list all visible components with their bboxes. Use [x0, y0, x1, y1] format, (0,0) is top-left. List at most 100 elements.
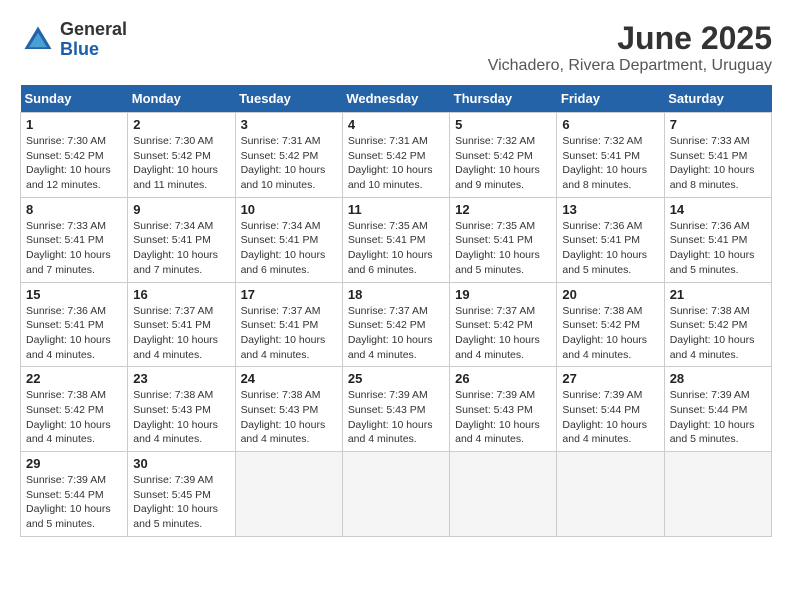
- calendar-day-cell: [235, 452, 342, 537]
- calendar-day-cell: 29 Sunrise: 7:39 AMSunset: 5:44 PMDayligh…: [21, 452, 128, 537]
- calendar-day-cell: 2 Sunrise: 7:30 AMSunset: 5:42 PMDaylight…: [128, 113, 235, 198]
- day-info: Sunrise: 7:36 AMSunset: 5:41 PMDaylight:…: [26, 304, 122, 363]
- calendar-day-cell: 27Sunrise: 7:39 AMSunset: 5:44 PMDayligh…: [557, 367, 664, 452]
- day-info: Sunrise: 7:34 AMSunset: 5:41 PMDaylight:…: [241, 219, 337, 278]
- calendar-day-cell: 15 Sunrise: 7:36 AMSunset: 5:41 PMDayligh…: [21, 282, 128, 367]
- day-number: 6: [562, 117, 658, 132]
- day-number: 19: [455, 287, 551, 302]
- day-number: 2: [133, 117, 229, 132]
- logo-icon: [20, 22, 56, 58]
- calendar-header: SundayMondayTuesdayWednesdayThursdayFrid…: [21, 85, 772, 113]
- day-number: 24: [241, 371, 337, 386]
- logo: General Blue: [20, 20, 127, 60]
- calendar-day-cell: 26 Sunrise: 7:39 AMSunset: 5:43 PMDayligh…: [450, 367, 557, 452]
- day-info: Sunrise: 7:37 AMSunset: 5:41 PMDaylight:…: [133, 304, 229, 363]
- day-number: 22: [26, 371, 122, 386]
- calendar-day-cell: 9 Sunrise: 7:34 AMSunset: 5:41 PMDaylight…: [128, 197, 235, 282]
- day-info: Sunrise: 7:30 AMSunset: 5:42 PMDaylight:…: [26, 134, 122, 193]
- day-info: Sunrise: 7:39 AMSunset: 5:44 PMDaylight:…: [562, 388, 658, 447]
- calendar-day-cell: 14Sunrise: 7:36 AMSunset: 5:41 PMDayligh…: [664, 197, 771, 282]
- day-of-week-header: Monday: [128, 85, 235, 113]
- calendar-day-cell: 18 Sunrise: 7:37 AMSunset: 5:42 PMDayligh…: [342, 282, 449, 367]
- day-of-week-header: Saturday: [664, 85, 771, 113]
- month-title: June 2025: [488, 20, 772, 57]
- day-info: Sunrise: 7:36 AMSunset: 5:41 PMDaylight:…: [562, 219, 658, 278]
- day-info: Sunrise: 7:32 AMSunset: 5:42 PMDaylight:…: [455, 134, 551, 193]
- day-info: Sunrise: 7:33 AMSunset: 5:41 PMDaylight:…: [670, 134, 766, 193]
- day-number: 21: [670, 287, 766, 302]
- day-number: 18: [348, 287, 444, 302]
- logo-blue: Blue: [60, 40, 127, 60]
- day-info: Sunrise: 7:39 AMSunset: 5:43 PMDaylight:…: [348, 388, 444, 447]
- day-of-week-header: Friday: [557, 85, 664, 113]
- location: Vichadero, Rivera Department, Uruguay: [488, 57, 772, 75]
- day-info: Sunrise: 7:39 AMSunset: 5:44 PMDaylight:…: [670, 388, 766, 447]
- day-number: 20: [562, 287, 658, 302]
- day-number: 8: [26, 202, 122, 217]
- day-info: Sunrise: 7:38 AMSunset: 5:42 PMDaylight:…: [26, 388, 122, 447]
- calendar-week-row: 29 Sunrise: 7:39 AMSunset: 5:44 PMDayligh…: [21, 452, 772, 537]
- day-number: 10: [241, 202, 337, 217]
- calendar-week-row: 8 Sunrise: 7:33 AMSunset: 5:41 PMDaylight…: [21, 197, 772, 282]
- day-of-week-header: Sunday: [21, 85, 128, 113]
- day-number: 7: [670, 117, 766, 132]
- calendar-day-cell: 17Sunrise: 7:37 AMSunset: 5:41 PMDayligh…: [235, 282, 342, 367]
- calendar-day-cell: 12Sunrise: 7:35 AMSunset: 5:41 PMDayligh…: [450, 197, 557, 282]
- calendar-week-row: 15 Sunrise: 7:36 AMSunset: 5:41 PMDayligh…: [21, 282, 772, 367]
- day-info: Sunrise: 7:37 AMSunset: 5:42 PMDaylight:…: [455, 304, 551, 363]
- calendar-day-cell: [450, 452, 557, 537]
- day-info: Sunrise: 7:38 AMSunset: 5:43 PMDaylight:…: [133, 388, 229, 447]
- day-number: 11: [348, 202, 444, 217]
- calendar-day-cell: 4Sunrise: 7:31 AMSunset: 5:42 PMDaylight…: [342, 113, 449, 198]
- calendar-day-cell: 28 Sunrise: 7:39 AMSunset: 5:44 PMDayligh…: [664, 367, 771, 452]
- day-number: 16: [133, 287, 229, 302]
- calendar-day-cell: 7 Sunrise: 7:33 AMSunset: 5:41 PMDaylight…: [664, 113, 771, 198]
- calendar-day-cell: 6Sunrise: 7:32 AMSunset: 5:41 PMDaylight…: [557, 113, 664, 198]
- logo-text: General Blue: [60, 20, 127, 60]
- calendar-day-cell: 5 Sunrise: 7:32 AMSunset: 5:42 PMDaylight…: [450, 113, 557, 198]
- header-row: SundayMondayTuesdayWednesdayThursdayFrid…: [21, 85, 772, 113]
- day-number: 30: [133, 456, 229, 471]
- day-number: 5: [455, 117, 551, 132]
- day-number: 29: [26, 456, 122, 471]
- calendar-day-cell: 25 Sunrise: 7:39 AMSunset: 5:43 PMDayligh…: [342, 367, 449, 452]
- day-of-week-header: Tuesday: [235, 85, 342, 113]
- day-number: 13: [562, 202, 658, 217]
- calendar-day-cell: 24Sunrise: 7:38 AMSunset: 5:43 PMDayligh…: [235, 367, 342, 452]
- calendar-day-cell: 16 Sunrise: 7:37 AMSunset: 5:41 PMDayligh…: [128, 282, 235, 367]
- day-info: Sunrise: 7:33 AMSunset: 5:41 PMDaylight:…: [26, 219, 122, 278]
- day-info: Sunrise: 7:39 AMSunset: 5:45 PMDaylight:…: [133, 473, 229, 532]
- day-number: 25: [348, 371, 444, 386]
- day-info: Sunrise: 7:35 AMSunset: 5:41 PMDaylight:…: [455, 219, 551, 278]
- day-info: Sunrise: 7:31 AMSunset: 5:42 PMDaylight:…: [348, 134, 444, 193]
- day-number: 26: [455, 371, 551, 386]
- day-info: Sunrise: 7:39 AMSunset: 5:44 PMDaylight:…: [26, 473, 122, 532]
- calendar-day-cell: 21Sunrise: 7:38 AMSunset: 5:42 PMDayligh…: [664, 282, 771, 367]
- day-number: 15: [26, 287, 122, 302]
- day-number: 14: [670, 202, 766, 217]
- calendar-day-cell: 10 Sunrise: 7:34 AMSunset: 5:41 PMDayligh…: [235, 197, 342, 282]
- calendar-day-cell: [342, 452, 449, 537]
- day-number: 9: [133, 202, 229, 217]
- logo-general: General: [60, 20, 127, 40]
- calendar-table: SundayMondayTuesdayWednesdayThursdayFrid…: [20, 85, 772, 537]
- calendar-day-cell: 20 Sunrise: 7:38 AMSunset: 5:42 PMDayligh…: [557, 282, 664, 367]
- day-number: 3: [241, 117, 337, 132]
- calendar-day-cell: 19 Sunrise: 7:37 AMSunset: 5:42 PMDayligh…: [450, 282, 557, 367]
- calendar-day-cell: 8 Sunrise: 7:33 AMSunset: 5:41 PMDaylight…: [21, 197, 128, 282]
- day-info: Sunrise: 7:39 AMSunset: 5:43 PMDaylight:…: [455, 388, 551, 447]
- calendar-day-cell: 22 Sunrise: 7:38 AMSunset: 5:42 PMDayligh…: [21, 367, 128, 452]
- day-number: 28: [670, 371, 766, 386]
- calendar-day-cell: [664, 452, 771, 537]
- calendar-day-cell: 13 Sunrise: 7:36 AMSunset: 5:41 PMDayligh…: [557, 197, 664, 282]
- calendar-day-cell: 30 Sunrise: 7:39 AMSunset: 5:45 PMDayligh…: [128, 452, 235, 537]
- day-info: Sunrise: 7:35 AMSunset: 5:41 PMDaylight:…: [348, 219, 444, 278]
- day-info: Sunrise: 7:30 AMSunset: 5:42 PMDaylight:…: [133, 134, 229, 193]
- day-info: Sunrise: 7:31 AMSunset: 5:42 PMDaylight:…: [241, 134, 337, 193]
- day-number: 17: [241, 287, 337, 302]
- calendar-day-cell: 3 Sunrise: 7:31 AMSunset: 5:42 PMDaylight…: [235, 113, 342, 198]
- calendar-day-cell: 23Sunrise: 7:38 AMSunset: 5:43 PMDayligh…: [128, 367, 235, 452]
- day-info: Sunrise: 7:34 AMSunset: 5:41 PMDaylight:…: [133, 219, 229, 278]
- day-info: Sunrise: 7:37 AMSunset: 5:42 PMDaylight:…: [348, 304, 444, 363]
- day-info: Sunrise: 7:38 AMSunset: 5:42 PMDaylight:…: [562, 304, 658, 363]
